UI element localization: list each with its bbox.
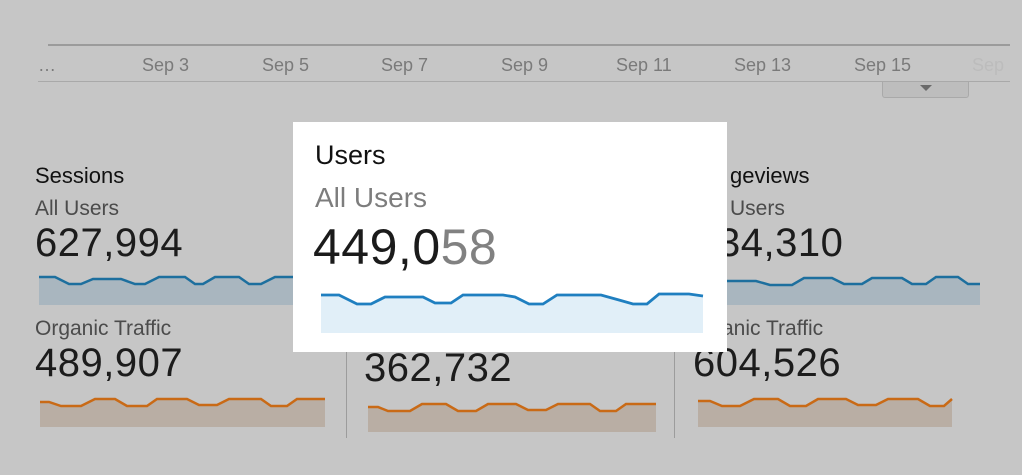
axis-tick-label: Sep 15 [854, 55, 912, 75]
popup-segment-label: All Users [315, 182, 428, 213]
sparkline-organic [368, 402, 656, 432]
value-visible-part: 449,0 [313, 219, 441, 275]
sessions-metric-card[interactable]: Sessions All Users 627,994 Organic Traff… [35, 163, 330, 427]
caret-down-icon [920, 85, 932, 91]
chart-options-dropdown[interactable] [882, 82, 969, 98]
metric-title: Sessions [35, 163, 125, 188]
value-obscured-part: 58 [440, 219, 498, 275]
axis-tick-label: Sep 11 [616, 55, 672, 75]
metric-value: 362,732 [364, 346, 513, 390]
popup-sparkline [321, 292, 704, 333]
sparkline-all-users [39, 275, 319, 305]
metric-value: 34,310 [718, 221, 844, 265]
axis-tick-label: Sep 13 [734, 55, 792, 75]
axis-tick-label: Sep 3 [142, 55, 190, 75]
metric-value: 627,994 [35, 221, 184, 265]
timeline-axis: … Sep 3 Sep 5 Sep 7 Sep 9 Sep 11 Sep 13 … [0, 0, 1022, 110]
axis-divider [38, 81, 1010, 82]
axis-line [48, 44, 1010, 46]
axis-tick-label: Sep 9 [501, 55, 549, 75]
users-metric-popup[interactable]: Users All Users 449,058 [293, 122, 727, 352]
axis-tick-label: Sep 7 [381, 55, 429, 75]
axis-tick-label: Sep 5 [262, 55, 310, 75]
segment-label: All Users [35, 197, 120, 220]
popup-metric-value: 449,058 [313, 218, 497, 276]
sparkline-organic [40, 397, 325, 427]
axis-tick-label: Sep [972, 55, 1005, 75]
sparkline-all-users [726, 275, 980, 305]
segment-label: Organic Traffic [35, 317, 172, 340]
axis-tick-label: … [38, 55, 56, 75]
metric-value: 489,907 [35, 341, 184, 385]
metric-value: 604,526 [693, 341, 842, 385]
users-organic-metric[interactable]: 362,732 [364, 346, 659, 432]
segment-label: Users [730, 197, 785, 220]
popup-title: Users [315, 140, 386, 170]
pageviews-metric-card[interactable]: geviews Users 34,310 anic Traffic 604,52… [693, 163, 1010, 427]
sparkline-organic [698, 397, 953, 427]
segment-label: anic Traffic [722, 317, 824, 340]
metric-title: geviews [730, 163, 810, 188]
